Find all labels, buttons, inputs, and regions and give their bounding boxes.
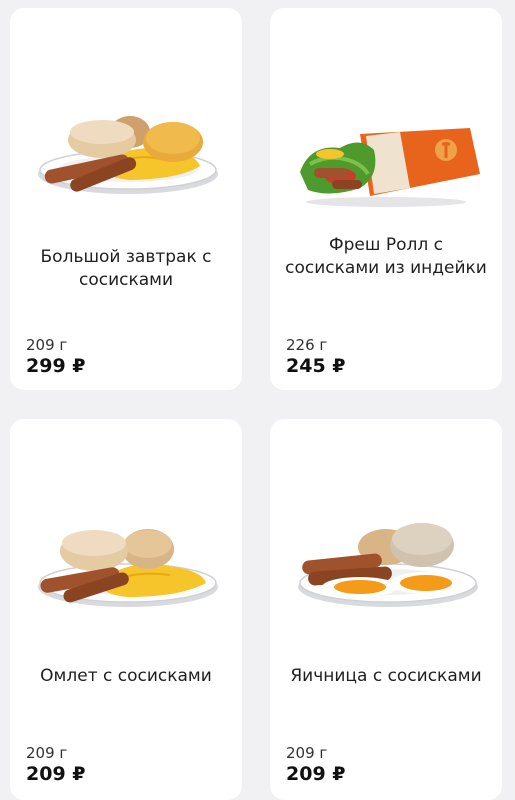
product-card-big-breakfast[interactable]: Большой завтрак с сосисками 209 г 299 ₽: [10, 8, 242, 390]
wrap-roll-icon: [300, 128, 480, 207]
omelet-plate-icon: [38, 529, 218, 607]
product-card-fresh-roll[interactable]: Фреш Ролл с сосисками из индейки 226 г 2…: [270, 8, 502, 390]
product-price: 245 ₽: [286, 355, 346, 377]
product-price: 299 ₽: [26, 355, 86, 377]
fried-eggs-plate-icon: [298, 523, 478, 607]
product-weight: 209 г: [26, 744, 68, 762]
product-title: Большой завтрак с сосисками: [40, 247, 212, 290]
product-title: Омлет с сосисками: [40, 666, 212, 686]
product-title: Фреш Ролл с сосисками из индейки: [285, 235, 487, 278]
product-card-fried-eggs[interactable]: Яичница с сосисками 209 г 209 ₽: [270, 419, 502, 800]
product-weight: 209 г: [26, 336, 68, 354]
big-breakfast-plate-icon: [38, 116, 218, 194]
product-card-omelet[interactable]: Омлет с сосисками 209 г 209 ₽: [10, 419, 242, 800]
product-price: 209 ₽: [286, 763, 346, 785]
product-grid: Большой завтрак с сосисками 209 г 299 ₽ …: [0, 0, 515, 800]
product-price: 209 ₽: [26, 763, 86, 785]
product-title: Яичница с сосисками: [290, 666, 482, 686]
product-weight: 226 г: [286, 336, 328, 354]
product-weight: 209 г: [286, 744, 328, 762]
